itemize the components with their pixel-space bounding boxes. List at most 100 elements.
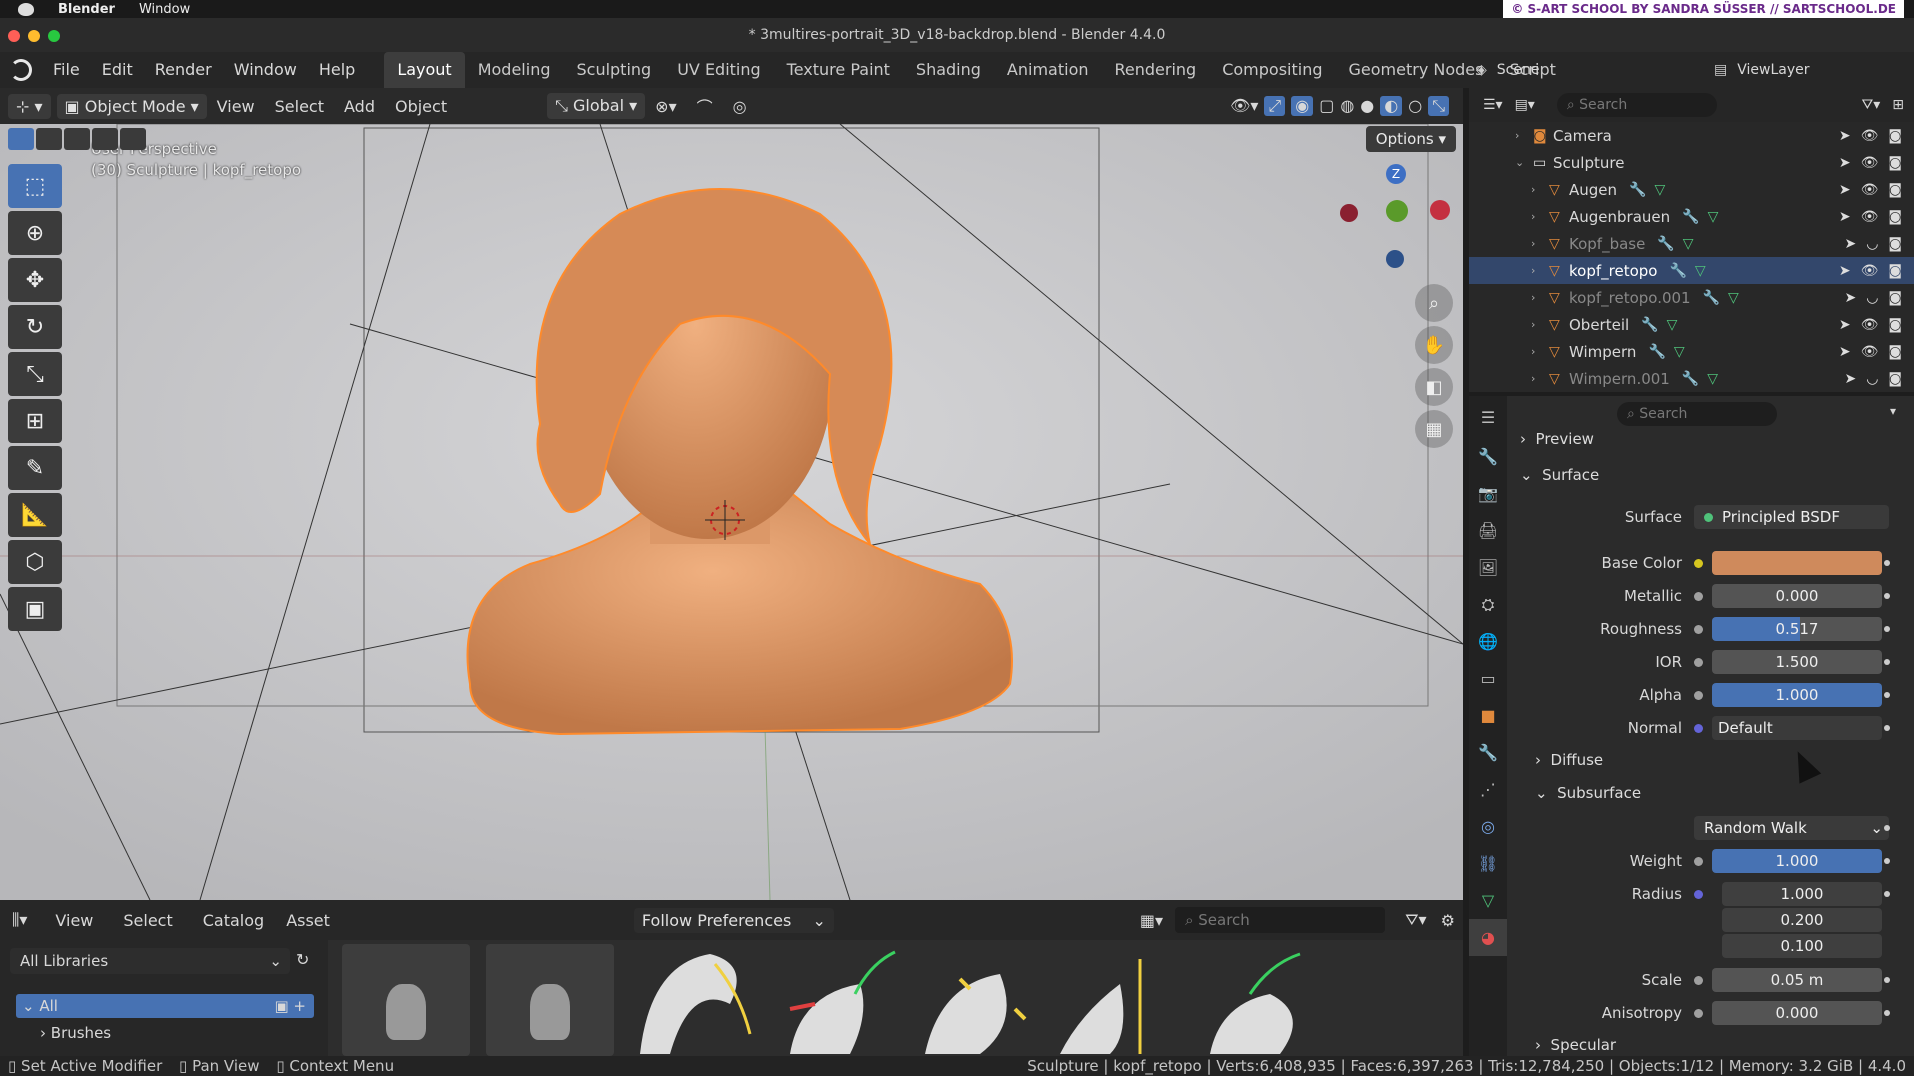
outliner-row-label[interactable]: Kopf_base [1569, 235, 1645, 253]
menu-window[interactable]: Window [223, 52, 308, 88]
asset-menu-catalog[interactable]: Catalog [203, 911, 264, 930]
asset-thumbnail[interactable] [342, 944, 470, 1056]
mesh-data-icon[interactable]: ▽ [1667, 317, 1678, 333]
navigation-gizmo[interactable]: Z [1336, 164, 1456, 284]
selectable-icon[interactable]: ➤ [1844, 371, 1856, 387]
chevron-right-icon[interactable]: › [1531, 237, 1541, 250]
tab-compositing[interactable]: Compositing [1209, 52, 1335, 88]
animate-dot[interactable] [1884, 692, 1890, 698]
modifier-icon[interactable]: 🔧 [1703, 290, 1720, 306]
outliner-row-label[interactable]: Sculpture [1553, 154, 1624, 172]
particles-tab-icon[interactable]: ⋰ [1469, 771, 1507, 808]
outliner-row-sculpture[interactable]: ⌄ ▭ Sculpture ➤ 👁 ◙ [1469, 149, 1914, 176]
physics-tab-icon[interactable]: ◎ [1469, 808, 1507, 845]
app-menu[interactable]: Blender [58, 2, 115, 17]
subsurface-panel-header[interactable]: ⌄ Subsurface [1535, 784, 1641, 802]
display-mode-grid-icon[interactable]: ▦▾ [1140, 911, 1163, 930]
overlay-toggle-icon[interactable]: ◉ [1291, 96, 1314, 116]
xray-icon[interactable]: ▢ [1319, 96, 1334, 116]
menu-file[interactable]: File [42, 52, 91, 88]
render-camera-icon[interactable]: ◙ [1888, 209, 1902, 225]
refresh-library-icon[interactable]: ↻ [296, 950, 309, 969]
gizmo-toggle-icon[interactable]: ⤢ [1264, 96, 1286, 116]
scene-selector[interactable]: ◈ Scene [1476, 52, 1539, 88]
cursor-tool-icon[interactable]: ⊕ [8, 211, 62, 255]
display-mode-icon[interactable]: ▤▾ [1515, 97, 1535, 113]
animate-dot[interactable] [1884, 977, 1890, 983]
render-tab-icon[interactable]: 📷 [1469, 475, 1507, 512]
close-window-button[interactable] [8, 30, 20, 42]
selectable-icon[interactable]: ➤ [1839, 317, 1851, 333]
render-camera-icon[interactable]: ◙ [1888, 263, 1902, 279]
perspective-toggle-icon[interactable]: ▦ [1415, 410, 1453, 448]
radius-z-field[interactable]: 0.100 [1722, 934, 1882, 958]
animate-dot[interactable] [1884, 659, 1890, 665]
constraints-tab-icon[interactable]: ⛓ [1469, 845, 1507, 882]
diffuse-panel-header[interactable]: › Diffuse [1535, 751, 1603, 769]
outliner-row-label[interactable]: kopf_retopo.001 [1569, 289, 1691, 307]
outliner-row-label[interactable]: Augen [1569, 181, 1617, 199]
properties-options-icon[interactable]: ▾ [1890, 404, 1896, 418]
mesh-data-icon[interactable]: ▽ [1674, 344, 1685, 360]
outliner-row-label[interactable]: Camera [1553, 127, 1612, 145]
add-cube-tool-icon[interactable]: ⬡ [8, 540, 62, 584]
outliner-search[interactable]: ⌕ Search [1556, 93, 1717, 117]
selectable-icon[interactable]: ➤ [1839, 155, 1851, 171]
animate-dot[interactable] [1884, 891, 1890, 897]
mesh-data-icon[interactable]: ▽ [1708, 209, 1719, 225]
selectable-icon[interactable]: ➤ [1839, 344, 1851, 360]
radius-y-field[interactable]: 0.200 [1722, 908, 1882, 932]
asset-menu-view[interactable]: View [55, 911, 93, 930]
chevron-right-icon[interactable]: › [1531, 264, 1541, 277]
modifier-icon[interactable]: 🔧 [1629, 182, 1646, 198]
catalog-all[interactable]: ⌄ All ▣ + [16, 994, 314, 1018]
menu-select[interactable]: Select [265, 97, 334, 116]
properties-search[interactable]: ⌕ Search [1617, 402, 1777, 426]
eye-icon[interactable]: 👁 [1861, 209, 1879, 225]
modifier-icon[interactable]: 🔧 [1641, 317, 1658, 333]
asset-menu-asset[interactable]: Asset [286, 911, 330, 930]
view-layer-tab-icon[interactable]: 🖼 [1469, 549, 1507, 586]
asset-settings-gear-icon[interactable]: ⚙ [1441, 911, 1455, 930]
transform-orientation-dropdown[interactable]: ⤡ Global ▾ [547, 93, 646, 119]
outliner-row-kopf-retopo[interactable]: › ▽ kopf_retopo 🔧 ▽ ➤ 👁 ◙ [1469, 257, 1914, 284]
gizmo-y-axis[interactable] [1386, 200, 1408, 222]
mode-dropdown[interactable]: ▣ Object Mode ▾ [56, 93, 207, 119]
material-tab-icon[interactable]: ◕ [1469, 919, 1507, 956]
asset-search[interactable]: ⌕ Search [1175, 907, 1386, 933]
transform-tool-icon[interactable]: ⊞ [8, 399, 62, 443]
outliner-row-label[interactable]: Wimpern.001 [1569, 370, 1670, 388]
tab-texture-paint[interactable]: Texture Paint [774, 52, 903, 88]
apple-icon[interactable] [18, 2, 34, 16]
scale-field[interactable]: 0.05 m [1712, 968, 1882, 992]
extrude-tool-icon[interactable]: ▣ [8, 587, 62, 631]
gizmo-z-axis[interactable]: Z [1386, 164, 1406, 184]
anisotropy-field[interactable]: 0.000 [1712, 1001, 1882, 1025]
select-subtract-icon[interactable] [64, 128, 90, 150]
animate-dot[interactable] [1884, 858, 1890, 864]
selectable-icon[interactable]: ➤ [1839, 263, 1851, 279]
mesh-data-icon[interactable]: ▽ [1654, 182, 1665, 198]
menu-edit[interactable]: Edit [91, 52, 144, 88]
gizmo-neg-z-axis[interactable] [1386, 250, 1404, 268]
outliner-row-oberteil[interactable]: › ▽ Oberteil 🔧 ▽ ➤ 👁 ◙ [1469, 311, 1914, 338]
chevron-right-icon[interactable]: › [1531, 318, 1541, 331]
tab-geometry-nodes[interactable]: Geometry Nodes [1336, 52, 1497, 88]
menu-help[interactable]: Help [308, 52, 366, 88]
select-extend-icon[interactable] [36, 128, 62, 150]
new-collection-icon[interactable]: ⊞ [1892, 97, 1904, 113]
modifier-icon[interactable]: 🔧 [1669, 263, 1686, 279]
modifier-tab-icon[interactable]: 🔧 [1469, 734, 1507, 771]
pan-hand-icon[interactable]: ✋ [1415, 326, 1453, 364]
camera-view-icon[interactable]: ◧ [1415, 368, 1453, 406]
rotate-tool-icon[interactable]: ↻ [8, 305, 62, 349]
render-camera-icon[interactable]: ◙ [1888, 128, 1902, 144]
scale-tool-icon[interactable]: ⤡ [8, 352, 62, 396]
tab-animation[interactable]: Animation [994, 52, 1102, 88]
modifier-icon[interactable]: 🔧 [1657, 236, 1674, 252]
object-tab-icon[interactable]: ■ [1469, 697, 1507, 734]
outliner-editor-icon[interactable]: ☰▾ [1483, 97, 1503, 113]
modifier-icon[interactable]: 🔧 [1682, 371, 1699, 387]
select-invert-icon[interactable] [92, 128, 118, 150]
menu-render[interactable]: Render [144, 52, 223, 88]
